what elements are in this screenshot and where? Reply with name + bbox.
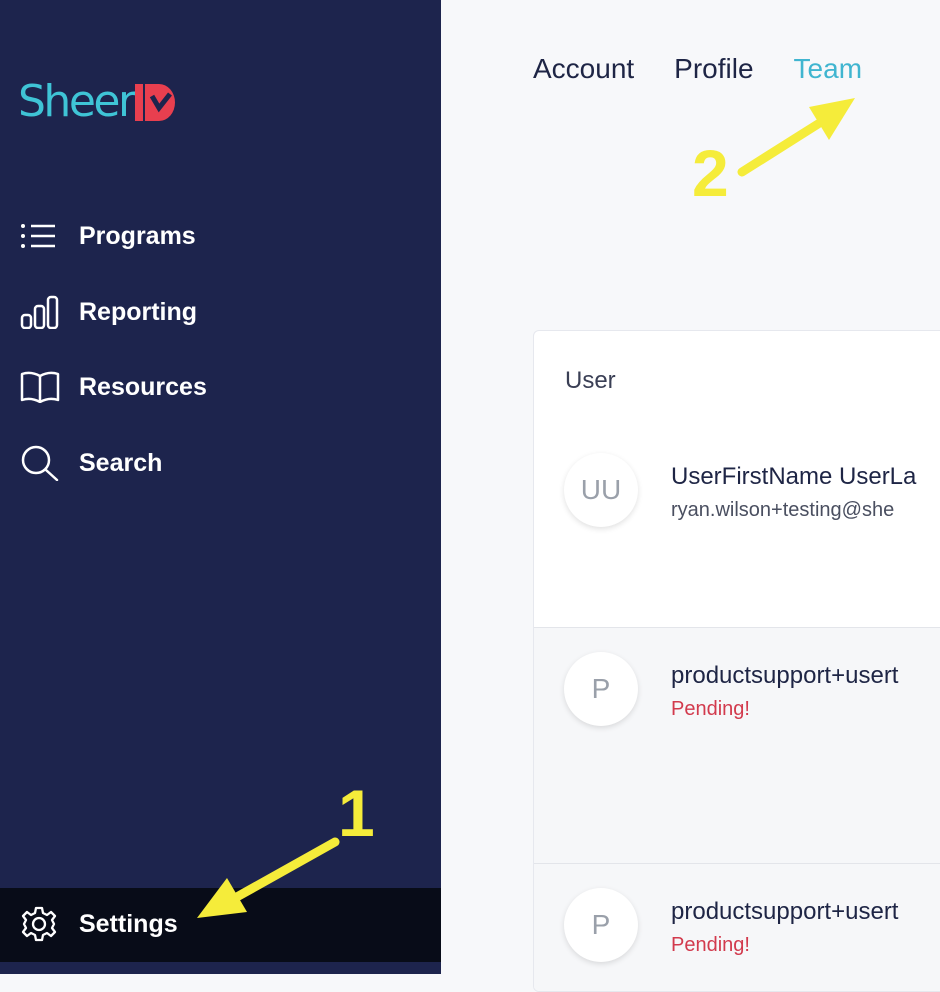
annotation-arrow-1 (197, 837, 340, 918)
annotation-arrows (197, 98, 855, 918)
annotation-number-1: 1 (338, 776, 375, 850)
annotation-arrow-2 (737, 98, 855, 177)
annotation-number-2: 2 (692, 136, 729, 210)
